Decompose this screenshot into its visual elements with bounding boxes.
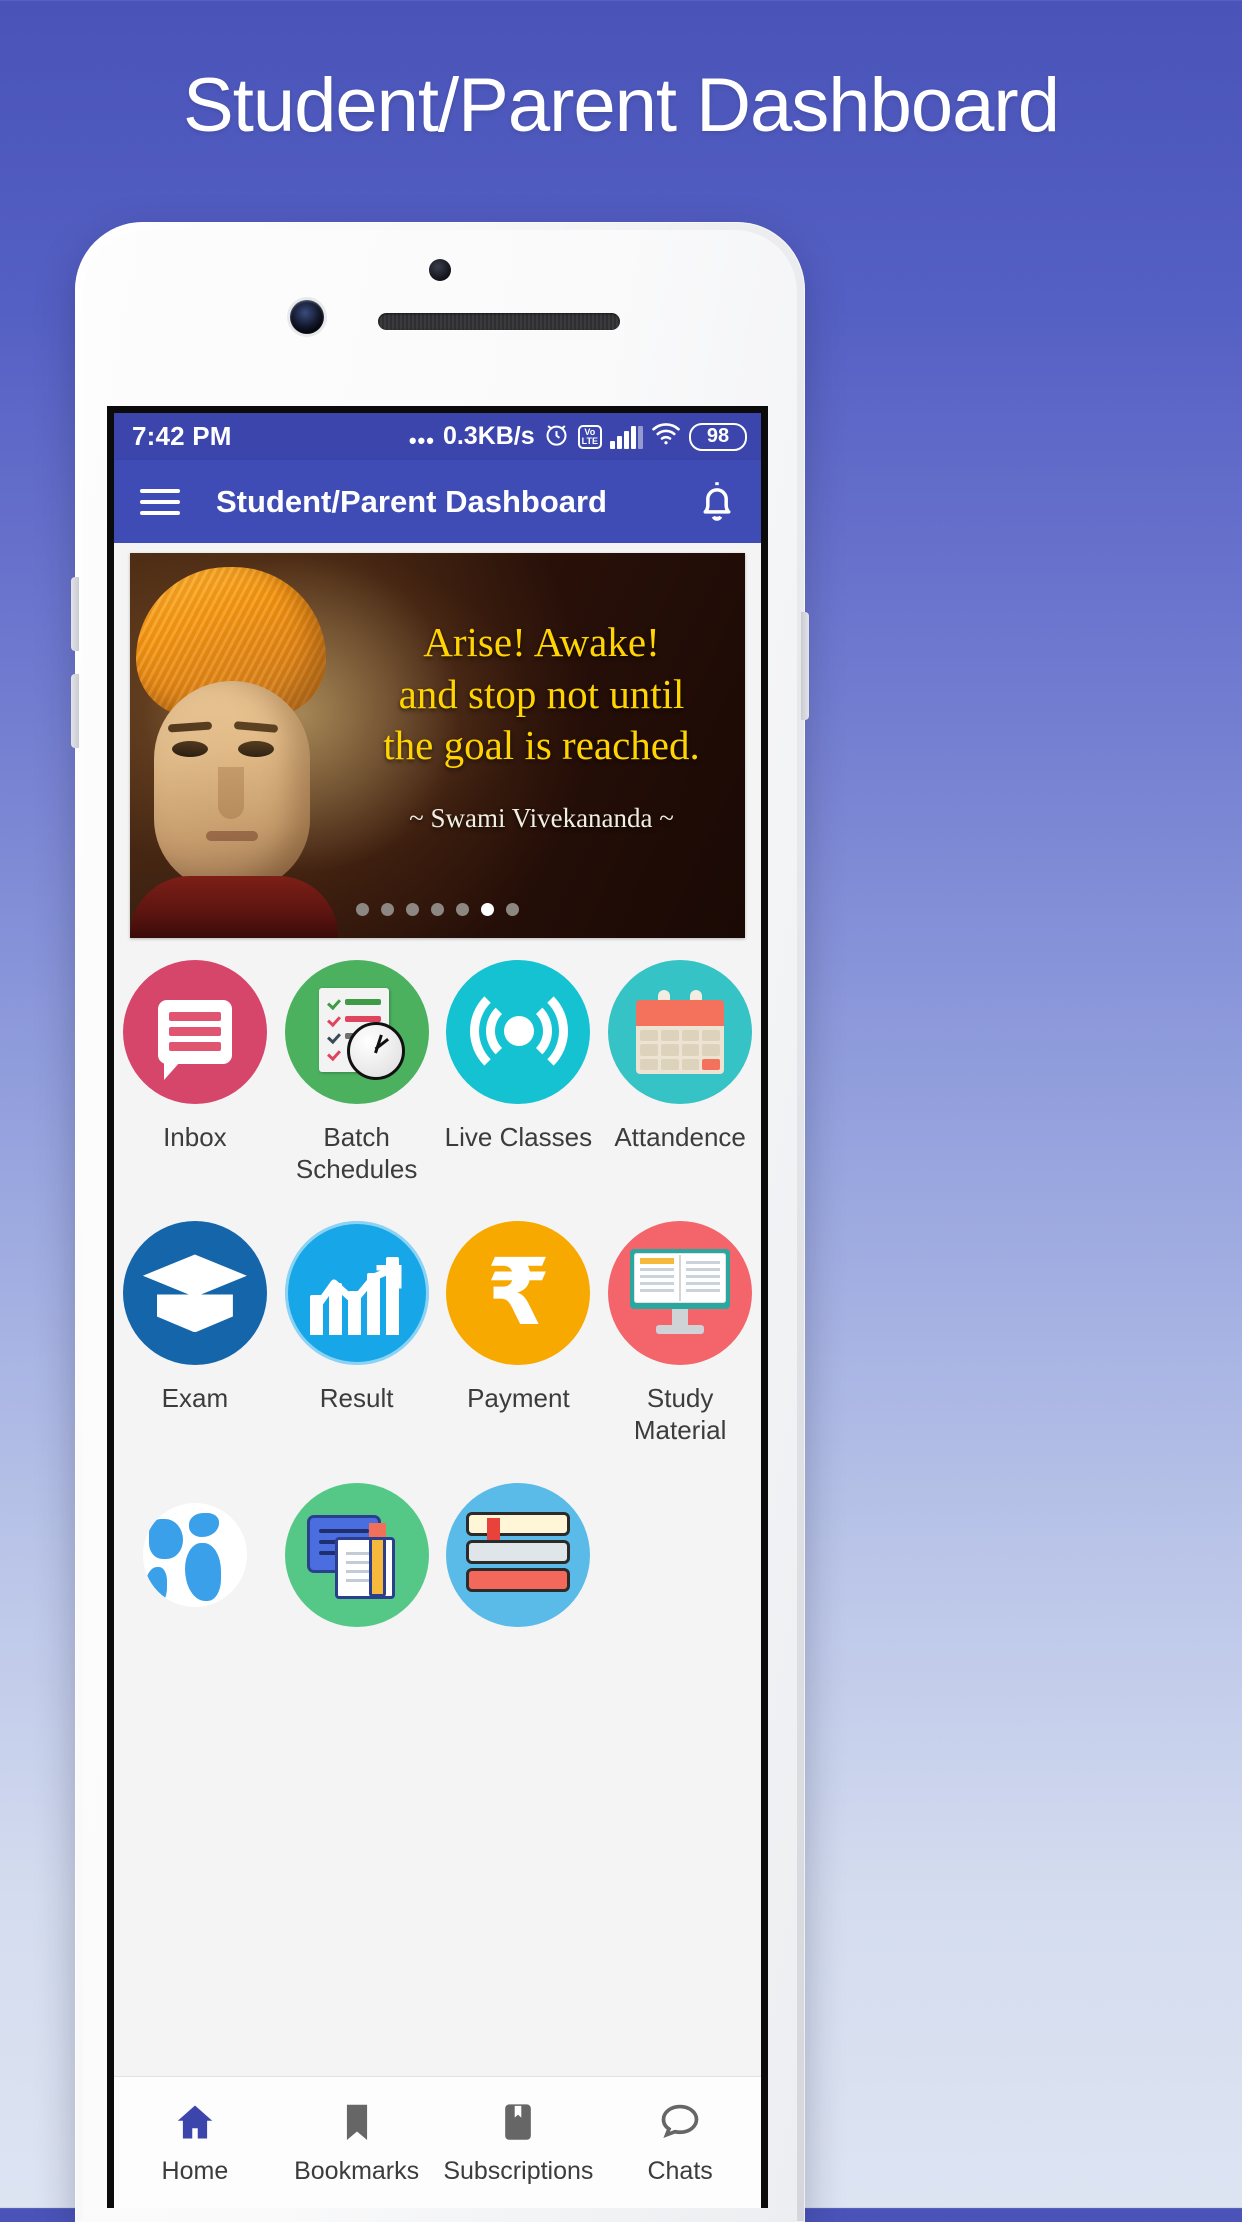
proximity-sensor	[429, 259, 451, 281]
live-broadcast-icon[interactable]	[446, 960, 591, 1104]
signal-bars-icon	[610, 425, 643, 449]
network-dots: •••	[408, 427, 435, 453]
carousel-dot[interactable]	[506, 903, 519, 916]
alarm-clock-icon	[543, 421, 570, 453]
home-icon[interactable]	[173, 2100, 217, 2144]
quote-line-3: the goal is reached.	[383, 722, 700, 769]
network-speed: 0.3KB/s	[442, 422, 535, 450]
earpiece-speaker	[378, 313, 620, 330]
volume-up-button[interactable]	[71, 577, 79, 651]
battery-indicator: 98	[689, 422, 747, 451]
volume-down-button[interactable]	[71, 674, 79, 748]
volte-icon: Vo LTE	[577, 424, 602, 449]
rupee-glyph: ₹	[486, 1239, 551, 1347]
grid-item-books[interactable]	[438, 1482, 600, 1627]
app-screen: 7:42 PM ••• 0.3KB/s Vo LTE 98 Student/Pa…	[114, 413, 761, 2208]
nav-label: Subscriptions	[443, 2156, 594, 2185]
app-bar: Student/Parent Dashboard	[114, 460, 761, 543]
nav-label: Bookmarks	[294, 2156, 420, 2185]
carousel-dot-active[interactable]	[481, 903, 494, 916]
nav-item-bookmarks[interactable]: Bookmarks	[276, 2100, 438, 2186]
carousel-dot[interactable]	[406, 903, 419, 916]
front-camera	[290, 300, 324, 334]
grid-item-label: Attandence	[614, 1122, 746, 1152]
graduation-cap-icon[interactable]	[122, 1221, 267, 1366]
status-bar: 7:42 PM ••• 0.3KB/s Vo LTE 98	[114, 413, 761, 460]
nav-label: Chats	[647, 2156, 713, 2185]
carousel-dot[interactable]	[456, 903, 469, 916]
chat-bubble-icon[interactable]	[122, 960, 267, 1104]
status-icons: ••• 0.3KB/s Vo LTE 98	[409, 421, 747, 453]
rupee-icon[interactable]: ₹	[446, 1221, 591, 1366]
banner-slide[interactable]: Arise! Awake! and stop not until the goa…	[130, 553, 745, 938]
hamburger-menu-icon[interactable]	[140, 482, 180, 522]
chat-icon[interactable]	[658, 2100, 702, 2144]
grid-item-label: Study Material	[633, 1383, 727, 1446]
nav-item-subscriptions[interactable]: Subscriptions	[438, 2100, 600, 2186]
carousel-dot[interactable]	[431, 903, 444, 916]
bottom-navigation: Home Bookmarks Subscriptions Chats	[114, 2076, 761, 2208]
volte-line2: LTE	[581, 435, 598, 446]
books-stack-icon[interactable]	[446, 1482, 591, 1627]
growth-chart-icon[interactable]	[284, 1221, 429, 1366]
grid-item-payment[interactable]: ₹ Payment	[438, 1221, 600, 1446]
calendar-icon[interactable]	[608, 960, 753, 1104]
nav-item-home[interactable]: Home	[114, 2100, 276, 2186]
grid-item-label: Inbox	[163, 1122, 227, 1152]
label-line-2: Schedules	[295, 1153, 418, 1184]
page-title: Student/Parent Dashboard	[183, 63, 1060, 148]
carousel-dot[interactable]	[381, 903, 394, 916]
notes-pencil-icon[interactable]	[284, 1482, 429, 1627]
schedule-checklist-clock-icon[interactable]	[284, 960, 429, 1104]
grid-item-live-classes[interactable]: Live Classes	[438, 960, 600, 1185]
grid-item-result[interactable]: Result	[276, 1221, 438, 1446]
power-button[interactable]	[801, 612, 809, 720]
monitor-book-icon[interactable]	[608, 1221, 753, 1366]
nav-label: Home	[161, 2156, 229, 2185]
quote-line-2: and stop not until	[398, 670, 685, 717]
label-line-1: Batch	[323, 1122, 390, 1152]
grid-item-inbox[interactable]: Inbox	[114, 960, 276, 1185]
bell-icon[interactable]	[695, 478, 739, 526]
banner-quote-author: ~ Swami Vivekananda ~	[409, 803, 674, 833]
grid-item-globe[interactable]	[114, 1482, 276, 1627]
carousel-dot[interactable]	[356, 903, 369, 916]
grid-item-label: Live Classes	[444, 1122, 593, 1152]
banner-carousel[interactable]: Arise! Awake! and stop not until the goa…	[114, 543, 761, 938]
globe-icon[interactable]	[122, 1482, 267, 1627]
banner-quote: Arise! Awake! and stop not until the goa…	[356, 617, 727, 772]
wifi-icon	[651, 421, 681, 452]
subscription-icon[interactable]	[496, 2100, 540, 2144]
grid-item-study-material[interactable]: Study Material	[599, 1221, 761, 1446]
dashboard-grid: Inbox Batch Schedules Live Classes Attan…	[114, 938, 761, 1627]
quote-line-1: Arise! Awake!	[423, 619, 660, 665]
grid-item-batch-schedules[interactable]: Batch Schedules	[276, 960, 438, 1185]
grid-item-exam[interactable]: Exam	[114, 1221, 276, 1446]
bookmark-icon[interactable]	[335, 2100, 379, 2144]
grid-item-notes[interactable]	[276, 1482, 438, 1627]
app-bar-title: Student/Parent Dashboard	[216, 483, 607, 519]
grid-item-label: Result	[319, 1383, 394, 1414]
grid-item-label: Batch Schedules	[296, 1122, 417, 1185]
status-time: 7:42 PM	[132, 421, 232, 451]
phone-screen: 7:42 PM ••• 0.3KB/s Vo LTE 98 Student/Pa…	[107, 406, 768, 2208]
grid-item-attendance[interactable]: Attandence	[599, 960, 761, 1185]
grid-item-empty	[599, 1483, 761, 1627]
nav-item-chats[interactable]: Chats	[599, 2100, 761, 2186]
grid-item-label: Payment	[467, 1383, 570, 1414]
grid-item-label: Exam	[161, 1383, 229, 1414]
carousel-dots[interactable]	[130, 903, 745, 916]
